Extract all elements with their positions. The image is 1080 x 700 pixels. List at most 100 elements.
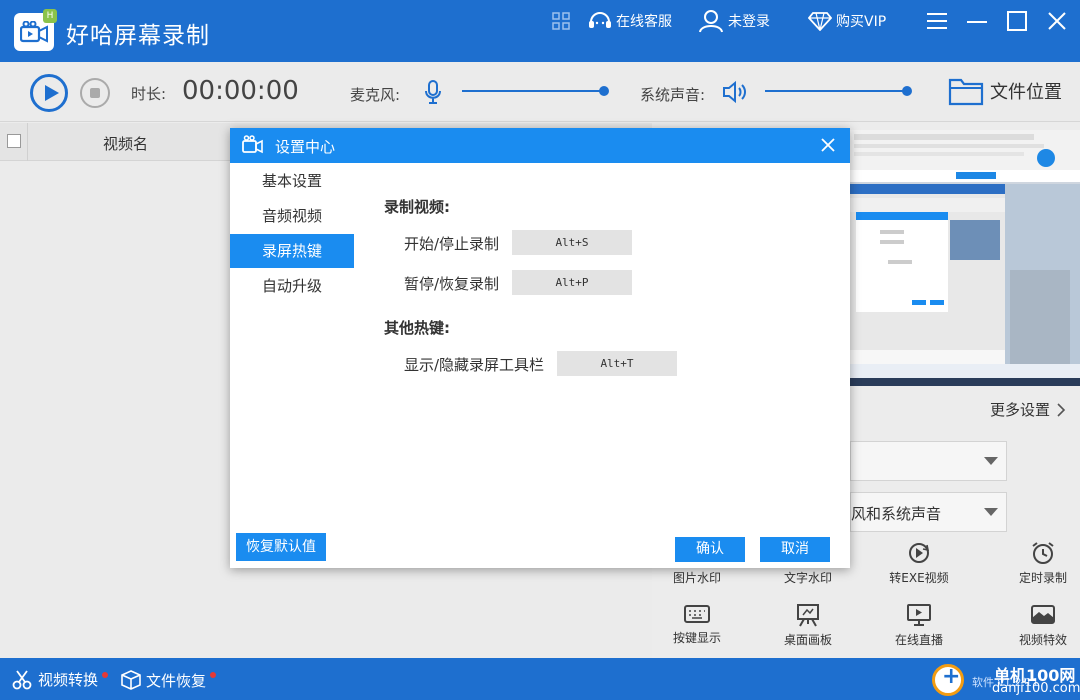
select-all-checkbox[interactable] (7, 134, 21, 148)
dropdown-caret-icon (984, 508, 998, 516)
desktop-canvas-tool[interactable]: 桌面画板 (763, 603, 853, 648)
maximize-icon (1007, 11, 1027, 31)
app-logo: H (14, 9, 57, 51)
convert-exe-tool[interactable]: 转EXE视频 (874, 541, 964, 586)
buy-vip-button[interactable]: 购买VIP (808, 10, 886, 32)
duration-value: 00:00:00 (182, 76, 299, 106)
keystroke-display-tool[interactable]: 按键显示 (652, 603, 742, 646)
nav-audio-video[interactable]: 音频视频 (230, 199, 354, 233)
box-icon (121, 670, 141, 690)
live-stream-icon (907, 604, 931, 626)
maximize-button[interactable] (1006, 10, 1028, 32)
settings-dialog: 设置中心 基本设置 音频视频 录屏热键 自动升级 录制视频: 开始/停止录制 A… (230, 128, 850, 568)
apps-grid-button[interactable] (552, 10, 570, 32)
tool-label: 转EXE视频 (889, 571, 949, 585)
speaker-icon[interactable] (722, 80, 748, 108)
more-settings-label: 更多设置 (990, 401, 1051, 419)
scissors-icon (12, 669, 32, 689)
microphone-icon[interactable] (424, 80, 442, 108)
title-bar: H 好哈屏幕录制 在线客服 未登录 购买VIP (0, 0, 1080, 62)
online-service-label: 在线客服 (616, 14, 672, 30)
buy-vip-label: 购买VIP (836, 14, 887, 30)
app-badge: H (43, 9, 57, 23)
nav-auto-upgrade[interactable]: 自动升级 (230, 269, 354, 303)
app-title: 好哈屏幕录制 (66, 23, 210, 49)
cancel-button[interactable]: 取消 (760, 537, 830, 562)
headset-icon (589, 12, 611, 28)
video-convert-button[interactable]: 视频转换 (12, 669, 109, 690)
duration-label: 时长: (131, 85, 167, 103)
video-quality-dropdown[interactable] (850, 441, 1007, 481)
section-record-video: 录制视频: (384, 198, 450, 216)
chevron-right-icon (1057, 402, 1066, 417)
mic-volume-slider[interactable] (462, 86, 609, 96)
live-stream-tool[interactable]: 在线直播 (874, 603, 964, 648)
column-video-name[interactable]: 视频名 (103, 133, 148, 154)
dialog-close-button[interactable] (820, 137, 836, 153)
desktop-thumbnail (850, 130, 1080, 386)
tool-label: 视频特效 (1018, 633, 1067, 647)
start-stop-hotkey-field[interactable]: Alt+S (512, 230, 632, 255)
restore-defaults-button[interactable]: 恢复默认值 (236, 533, 326, 561)
bottom-bar: 视频转换 文件恢复 软件 v1.2.11 单机100网 danji100.com (0, 658, 1080, 700)
tool-label: 定时录制 (1018, 571, 1067, 585)
grid-icon (552, 12, 570, 30)
file-location-button[interactable]: 文件位置 (948, 76, 1062, 106)
pause-resume-hotkey-field[interactable]: Alt+P (512, 270, 632, 295)
watermark-url: danji100.com (992, 681, 1080, 696)
stop-record-button[interactable] (80, 78, 110, 108)
menu-button[interactable] (926, 10, 948, 32)
start-record-button[interactable] (30, 74, 68, 112)
audio-source-dropdown[interactable]: 风和系统声音 (850, 492, 1007, 532)
keyboard-icon (684, 605, 710, 623)
folder-icon (948, 78, 984, 106)
convert-exe-icon (909, 543, 930, 563)
confirm-button[interactable]: 确认 (675, 537, 745, 562)
record-toolbar: 时长: 00:00:00 麦克风: 系统声音: 文件位置 (0, 62, 1080, 122)
minimize-button[interactable] (966, 10, 988, 32)
notification-dot (102, 671, 109, 678)
dialog-title-bar: 设置中心 (230, 128, 850, 163)
settings-camera-icon (242, 135, 264, 159)
notification-dot (210, 672, 217, 678)
close-icon (1048, 12, 1066, 30)
tool-label: 按键显示 (672, 631, 721, 645)
file-recover-label: 文件恢复 (146, 671, 207, 690)
start-stop-label: 开始/停止录制 (404, 235, 500, 253)
screen-preview (850, 130, 1080, 386)
video-convert-label: 视频转换 (38, 671, 99, 689)
nav-basic-settings[interactable]: 基本设置 (230, 164, 354, 198)
toggle-toolbar-hotkey-field[interactable]: Alt+T (557, 351, 677, 376)
diamond-icon (808, 12, 832, 31)
dropdown-caret-icon (984, 457, 998, 465)
online-service-button[interactable]: 在线客服 (588, 10, 672, 32)
toggle-toolbar-label: 显示/隐藏录屏工具栏 (404, 356, 545, 374)
file-recover-button[interactable]: 文件恢复 (120, 669, 217, 691)
file-location-label: 文件位置 (990, 82, 1062, 103)
tool-label: 桌面画板 (783, 633, 832, 647)
video-camera-icon (20, 21, 48, 43)
system-volume-slider[interactable] (765, 86, 912, 96)
nav-record-hotkeys[interactable]: 录屏热键 (230, 234, 354, 268)
user-icon (699, 10, 723, 33)
video-effects-icon (1031, 605, 1055, 624)
watermark-logo (932, 664, 964, 696)
minimize-icon (967, 21, 987, 23)
easel-icon (797, 604, 819, 627)
system-volume-knob[interactable] (902, 86, 912, 96)
hamburger-icon (927, 13, 947, 29)
close-icon (821, 138, 835, 152)
audio-source-value: 风和系统声音 (851, 505, 942, 523)
mic-volume-knob[interactable] (599, 86, 609, 96)
dialog-title: 设置中心 (275, 138, 336, 156)
video-effects-tool[interactable]: 视频特效 (998, 603, 1080, 648)
login-button[interactable]: 未登录 (698, 10, 770, 33)
section-other-hotkeys: 其他热键: (384, 319, 450, 337)
login-label: 未登录 (728, 14, 770, 30)
mic-label: 麦克风: (350, 86, 401, 104)
scheduled-record-tool[interactable]: 定时录制 (998, 541, 1080, 586)
more-settings-link[interactable]: 更多设置 (990, 399, 1066, 420)
pause-resume-label: 暂停/恢复录制 (404, 275, 500, 293)
tool-label: 文字水印 (783, 571, 832, 585)
close-button[interactable] (1046, 10, 1068, 32)
